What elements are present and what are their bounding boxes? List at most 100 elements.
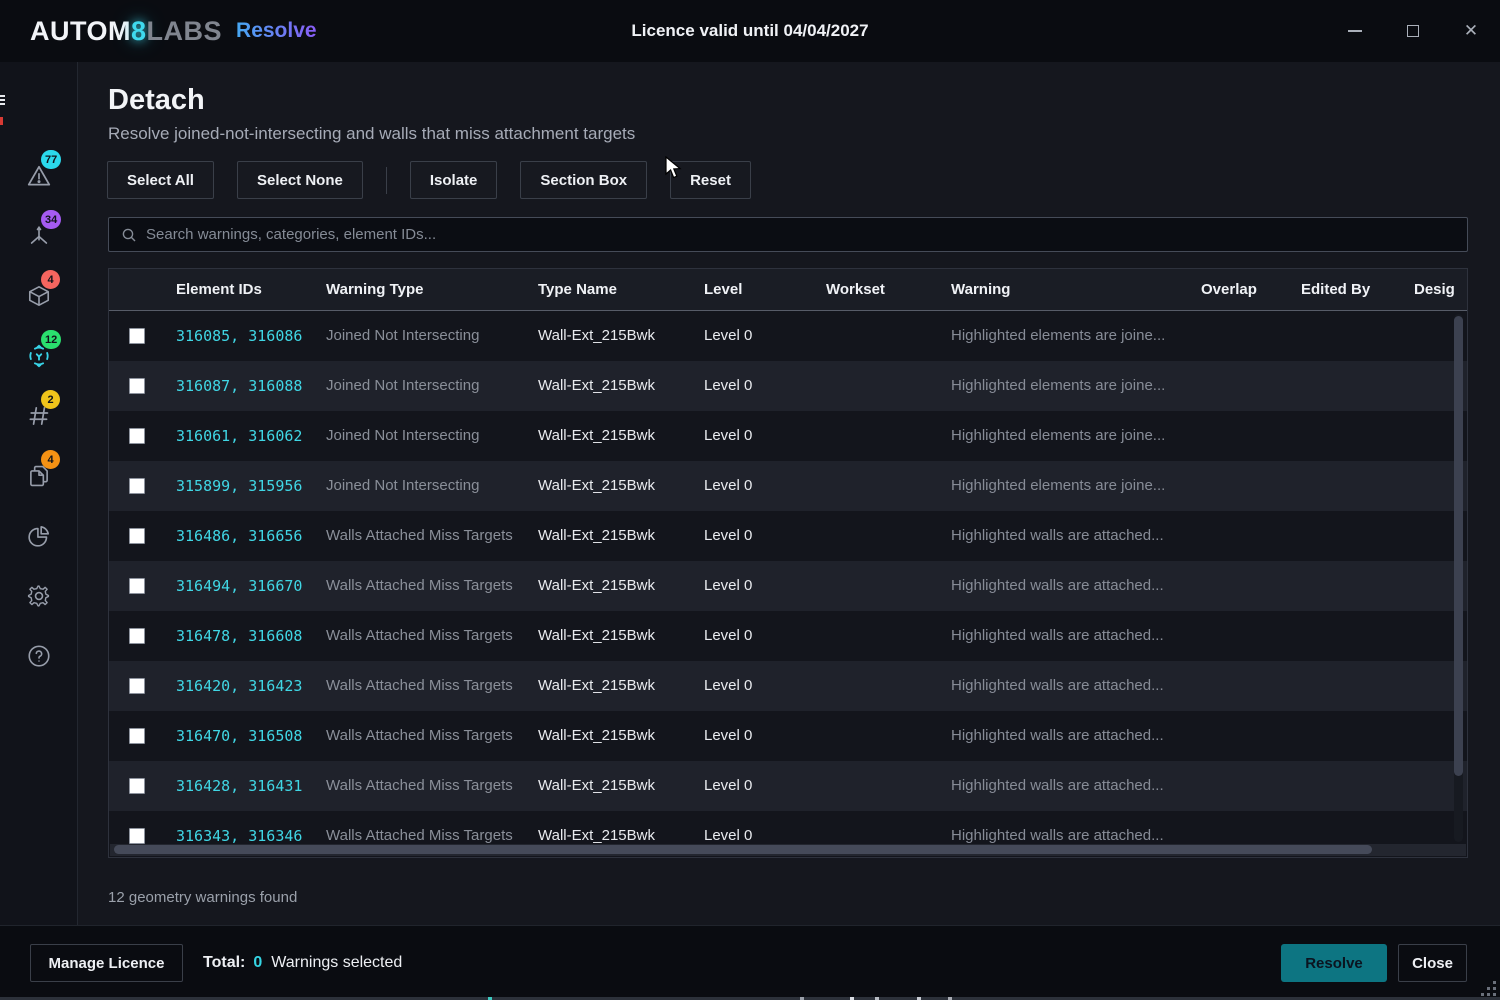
column-header-warning[interactable]: Warning: [951, 269, 1010, 310]
manage-licence-button[interactable]: Manage Licence: [30, 944, 183, 982]
type-name-cell: Wall-Ext_215Bwk: [538, 511, 655, 561]
row-checkbox[interactable]: [129, 678, 145, 694]
sidebar-item-detach[interactable]: 12: [0, 326, 78, 386]
element-ids-link[interactable]: 316343, 316346: [176, 811, 302, 845]
footer-bar: Manage Licence Total: 0 Warnings selecte…: [0, 925, 1500, 1000]
column-header-element-ids[interactable]: Element IDs: [176, 269, 262, 310]
selection-total: Total: 0 Warnings selected: [203, 944, 402, 982]
horizontal-scrollbar-thumb[interactable]: [114, 845, 1372, 854]
search-bar: [108, 217, 1468, 252]
column-header-workset[interactable]: Workset: [826, 269, 885, 310]
row-checkbox[interactable]: [129, 478, 145, 494]
pie-chart-icon: [26, 523, 52, 549]
sidebar-badge: 4: [41, 450, 60, 469]
element-ids-link[interactable]: 316470, 316508: [176, 711, 302, 761]
element-ids-link[interactable]: 316428, 316431: [176, 761, 302, 811]
total-value: 0: [253, 954, 262, 972]
table-row[interactable]: 315899, 315956Joined Not IntersectingWal…: [109, 461, 1467, 511]
minimize-button[interactable]: [1326, 0, 1384, 62]
vertical-scrollbar[interactable]: [1454, 314, 1463, 842]
warning-text-cell: Highlighted elements are joine...: [951, 411, 1165, 461]
sidebar-item-cube[interactable]: 4: [0, 266, 78, 326]
row-checkbox[interactable]: [129, 528, 145, 544]
sidebar-badge: 2: [41, 390, 60, 409]
sidebar: 77 34 4 12 2 4: [0, 62, 78, 1000]
maximize-button[interactable]: [1384, 0, 1442, 62]
sidebar-item-pages[interactable]: 4: [0, 446, 78, 506]
table-row[interactable]: 316494, 316670Walls Attached Miss Target…: [109, 561, 1467, 611]
element-ids-link[interactable]: 316087, 316088: [176, 361, 302, 411]
row-checkbox[interactable]: [129, 428, 145, 444]
sidebar-item-settings-gear[interactable]: [0, 566, 78, 626]
level-cell: Level 0: [704, 361, 752, 411]
element-ids-link[interactable]: 316486, 316656: [176, 511, 302, 561]
select-all-button[interactable]: Select All: [107, 161, 214, 199]
type-name-cell: Wall-Ext_215Bwk: [538, 311, 655, 361]
column-header-level[interactable]: Level: [704, 269, 742, 310]
reset-button[interactable]: Reset: [670, 161, 751, 199]
table-row[interactable]: 316486, 316656 Walls Attached Miss Target…: [109, 511, 1467, 561]
table-body: 316085, 316086Joined Not IntersectingWal…: [109, 311, 1467, 845]
sidebar-item-hash[interactable]: 2: [0, 386, 78, 446]
search-input[interactable]: [146, 226, 1467, 243]
isolate-button[interactable]: Isolate: [410, 161, 498, 199]
column-header-edited-by[interactable]: Edited By: [1301, 269, 1370, 310]
axes-icon: 34: [26, 223, 52, 249]
resize-grip[interactable]: [1474, 974, 1496, 996]
level-cell: Level 0: [704, 811, 752, 845]
type-name-cell: Wall-Ext_215Bwk: [538, 711, 655, 761]
row-checkbox[interactable]: [129, 578, 145, 594]
warning-triangle-icon: 77: [26, 163, 52, 189]
table-row[interactable]: 316428, 316431Walls Attached Miss Target…: [109, 761, 1467, 811]
element-ids-link[interactable]: 316085, 316086: [176, 311, 302, 361]
type-name-cell: Wall-Ext_215Bwk: [538, 611, 655, 661]
row-checkbox[interactable]: [129, 728, 145, 744]
close-window-button[interactable]: ✕: [1442, 0, 1500, 62]
sidebar-item-warning-triangle[interactable]: 77: [0, 146, 78, 206]
row-checkbox[interactable]: [129, 778, 145, 794]
table-row[interactable]: 316470, 316508Walls Attached Miss Target…: [109, 711, 1467, 761]
warning-text-cell: Highlighted elements are joine...: [951, 361, 1165, 411]
resolve-button[interactable]: Resolve: [1281, 944, 1387, 982]
sidebar-item-axes[interactable]: 34: [0, 206, 78, 266]
level-cell: Level 0: [704, 311, 752, 361]
column-header-desig[interactable]: Desig: [1414, 269, 1455, 310]
element-ids-link[interactable]: 316494, 316670: [176, 561, 302, 611]
app-window: AUTOM8LABS Resolve Licence valid until 0…: [0, 0, 1500, 1000]
column-header-overlap[interactable]: Overlap: [1201, 269, 1257, 310]
detach-icon: 12: [26, 343, 52, 369]
column-header-warning-type[interactable]: Warning Type: [326, 269, 424, 310]
table-row[interactable]: 316420, 316423Walls Attached Miss Target…: [109, 661, 1467, 711]
sidebar-item-help[interactable]: [0, 626, 78, 686]
table-row[interactable]: 316061, 316062Joined Not IntersectingWal…: [109, 411, 1467, 461]
table-row[interactable]: 316478, 316608Walls Attached Miss Target…: [109, 611, 1467, 661]
table-row[interactable]: 316087, 316088Joined Not IntersectingWal…: [109, 361, 1467, 411]
edge-artifact-menu: [0, 95, 5, 108]
type-name-cell: Wall-Ext_215Bwk: [538, 761, 655, 811]
element-ids-link[interactable]: 316420, 316423: [176, 661, 302, 711]
vertical-scrollbar-thumb[interactable]: [1454, 316, 1463, 776]
total-suffix: Warnings selected: [271, 954, 402, 972]
sidebar-item-pie-chart[interactable]: [0, 506, 78, 566]
type-name-cell: Wall-Ext_215Bwk: [538, 361, 655, 411]
table-row[interactable]: 316343, 316346Walls Attached Miss Target…: [109, 811, 1467, 845]
row-checkbox[interactable]: [129, 328, 145, 344]
horizontal-scrollbar[interactable]: [110, 844, 1466, 856]
column-header-type-name[interactable]: Type Name: [538, 269, 617, 310]
level-cell: Level 0: [704, 461, 752, 511]
select-none-button[interactable]: Select None: [237, 161, 363, 199]
close-dialog-button[interactable]: Close: [1398, 944, 1467, 982]
element-ids-link[interactable]: 315899, 315956: [176, 461, 302, 511]
row-checkbox[interactable]: [129, 828, 145, 844]
warning-type-cell: Joined Not Intersecting: [326, 461, 479, 511]
toolbar-divider: [386, 167, 387, 194]
element-ids-link[interactable]: 316478, 316608: [176, 611, 302, 661]
table-row[interactable]: 316085, 316086Joined Not IntersectingWal…: [109, 311, 1467, 361]
element-ids-link[interactable]: 316061, 316062: [176, 411, 302, 461]
settings-gear-icon: [26, 583, 52, 609]
warning-text-cell: Highlighted walls are attached...: [951, 661, 1164, 711]
warning-type-cell: Walls Attached Miss Targets: [326, 511, 513, 561]
row-checkbox[interactable]: [129, 628, 145, 644]
section-box-button[interactable]: Section Box: [520, 161, 647, 199]
row-checkbox[interactable]: [129, 378, 145, 394]
